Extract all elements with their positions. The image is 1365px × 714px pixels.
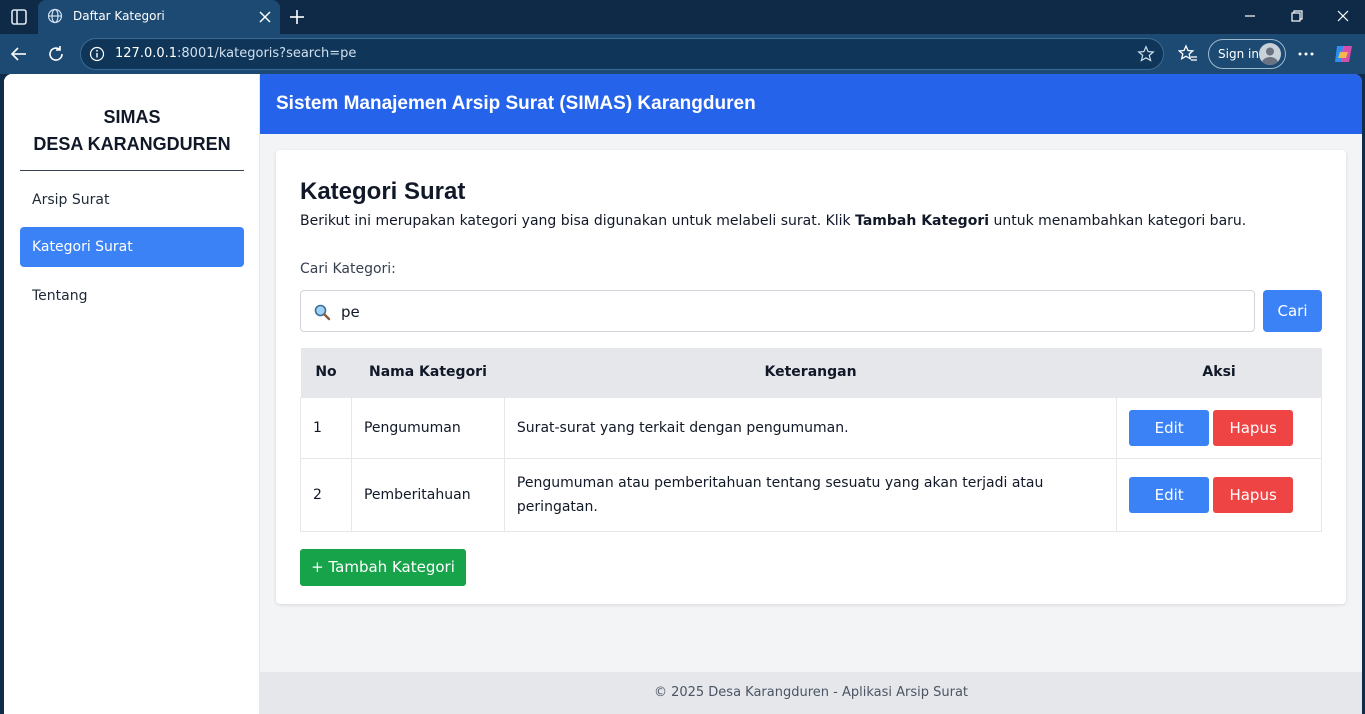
close-tab-icon[interactable] <box>257 9 273 25</box>
close-window-icon[interactable] <box>1336 9 1350 23</box>
table-row: 2 Pemberitahuan Pengumuman atau pemberit… <box>300 457 1322 532</box>
app-header: Sistem Manajemen Arsip Surat (SIMAS) Kar… <box>260 74 1362 134</box>
browser-toolbar: 127.0.0.1:8001/kategoris?search=pe Sign … <box>0 34 1365 74</box>
sign-in-button[interactable]: Sign in <box>1208 39 1286 69</box>
page-title: Kategori Surat <box>300 178 466 205</box>
page-description: Berikut ini merupakan kategori yang bisa… <box>300 213 1246 229</box>
search-value[interactable]: pe <box>341 303 360 321</box>
category-card: Kategori Surat Berikut ini merupakan kat… <box>276 150 1346 604</box>
url-path: :8001/kategoris?search=pe <box>177 46 357 61</box>
table-header-row: No Nama Kategori Keterangan Aksi <box>300 348 1322 397</box>
browser-tab[interactable]: Daftar Kategori <box>38 0 280 34</box>
new-tab-icon[interactable] <box>288 8 306 26</box>
delete-button[interactable]: Hapus <box>1213 476 1294 513</box>
search-input[interactable]: pe <box>300 290 1255 332</box>
cell-nama: Pengumuman <box>350 396 505 459</box>
page-viewport: SIMAS DESA KARANGDUREN Arsip Surat Kateg… <box>4 74 1362 714</box>
sidebar-item-tentang[interactable]: Tentang <box>20 276 244 316</box>
cell-aksi: Edit Hapus <box>1116 457 1322 532</box>
column-header-aksi: Aksi <box>1116 348 1322 397</box>
column-header-no: No <box>300 348 352 397</box>
edit-button[interactable]: Edit <box>1129 476 1210 513</box>
sign-in-label: Sign in <box>1218 47 1259 61</box>
favorites-icon[interactable] <box>1178 44 1198 64</box>
reload-icon[interactable] <box>46 44 66 64</box>
url-host: 127.0.0.1 <box>115 46 178 61</box>
cell-nama: Pemberitahuan <box>350 457 505 532</box>
cell-keterangan: Pengumuman atau pemberitahuan tentang se… <box>503 457 1118 532</box>
sidebar-item-kategori-surat[interactable]: Kategori Surat <box>20 227 244 267</box>
cell-no: 1 <box>300 396 352 459</box>
favorite-star-icon[interactable] <box>1137 45 1155 63</box>
avatar <box>1259 43 1281 65</box>
delete-button[interactable]: Hapus <box>1213 409 1294 446</box>
description-text-1: Berikut ini merupakan kategori yang bisa… <box>300 213 856 229</box>
address-bar[interactable]: 127.0.0.1:8001/kategoris?search=pe <box>80 38 1164 70</box>
tab-title: Daftar Kategori <box>73 9 165 23</box>
search-icon <box>314 304 331 321</box>
add-category-button[interactable]: + Tambah Kategori <box>300 549 466 586</box>
brand-line-2: DESA KARANGDUREN <box>33 134 231 154</box>
page-footer: © 2025 Desa Karangduren - Aplikasi Arsip… <box>260 672 1362 714</box>
copilot-icon[interactable] <box>1332 42 1356 66</box>
restore-icon[interactable] <box>1290 9 1304 23</box>
user-icon <box>1262 47 1278 65</box>
column-header-nama: Nama Kategori <box>351 348 505 397</box>
description-text-2: untuk menambahkan kategori baru. <box>989 213 1247 229</box>
sidebar: SIMAS DESA KARANGDUREN Arsip Surat Kateg… <box>4 74 260 714</box>
category-table: No Nama Kategori Keterangan Aksi 1 Pengu… <box>300 348 1322 532</box>
search-button[interactable]: Cari <box>1263 290 1322 332</box>
search-label: Cari Kategori: <box>300 261 396 277</box>
brand-line-1: SIMAS <box>103 107 161 127</box>
back-icon[interactable] <box>9 44 29 64</box>
globe-icon <box>47 8 63 24</box>
url-text[interactable]: 127.0.0.1:8001/kategoris?search=pe <box>115 46 356 61</box>
tab-actions-icon[interactable] <box>10 8 28 26</box>
browser-titlebar: Daftar Kategori <box>0 0 1365 34</box>
more-options-icon[interactable] <box>1296 44 1316 64</box>
site-info-icon[interactable] <box>89 46 105 62</box>
app-title: Sistem Manajemen Arsip Surat (SIMAS) Kar… <box>276 93 756 114</box>
cell-keterangan: Surat-surat yang terkait dengan pengumum… <box>503 396 1118 459</box>
table-row: 1 Pengumuman Surat-surat yang terkait de… <box>300 396 1322 459</box>
description-bold: Tambah Kategori <box>855 213 990 229</box>
cell-aksi: Edit Hapus <box>1116 396 1322 459</box>
sidebar-brand: SIMAS DESA KARANGDUREN <box>20 104 244 158</box>
minimize-icon[interactable] <box>1243 9 1257 23</box>
cell-no: 2 <box>300 457 352 532</box>
sidebar-item-arsip-surat[interactable]: Arsip Surat <box>20 180 244 220</box>
column-header-keterangan: Keterangan <box>504 348 1117 397</box>
brand-divider <box>20 170 244 171</box>
edit-button[interactable]: Edit <box>1129 409 1210 446</box>
